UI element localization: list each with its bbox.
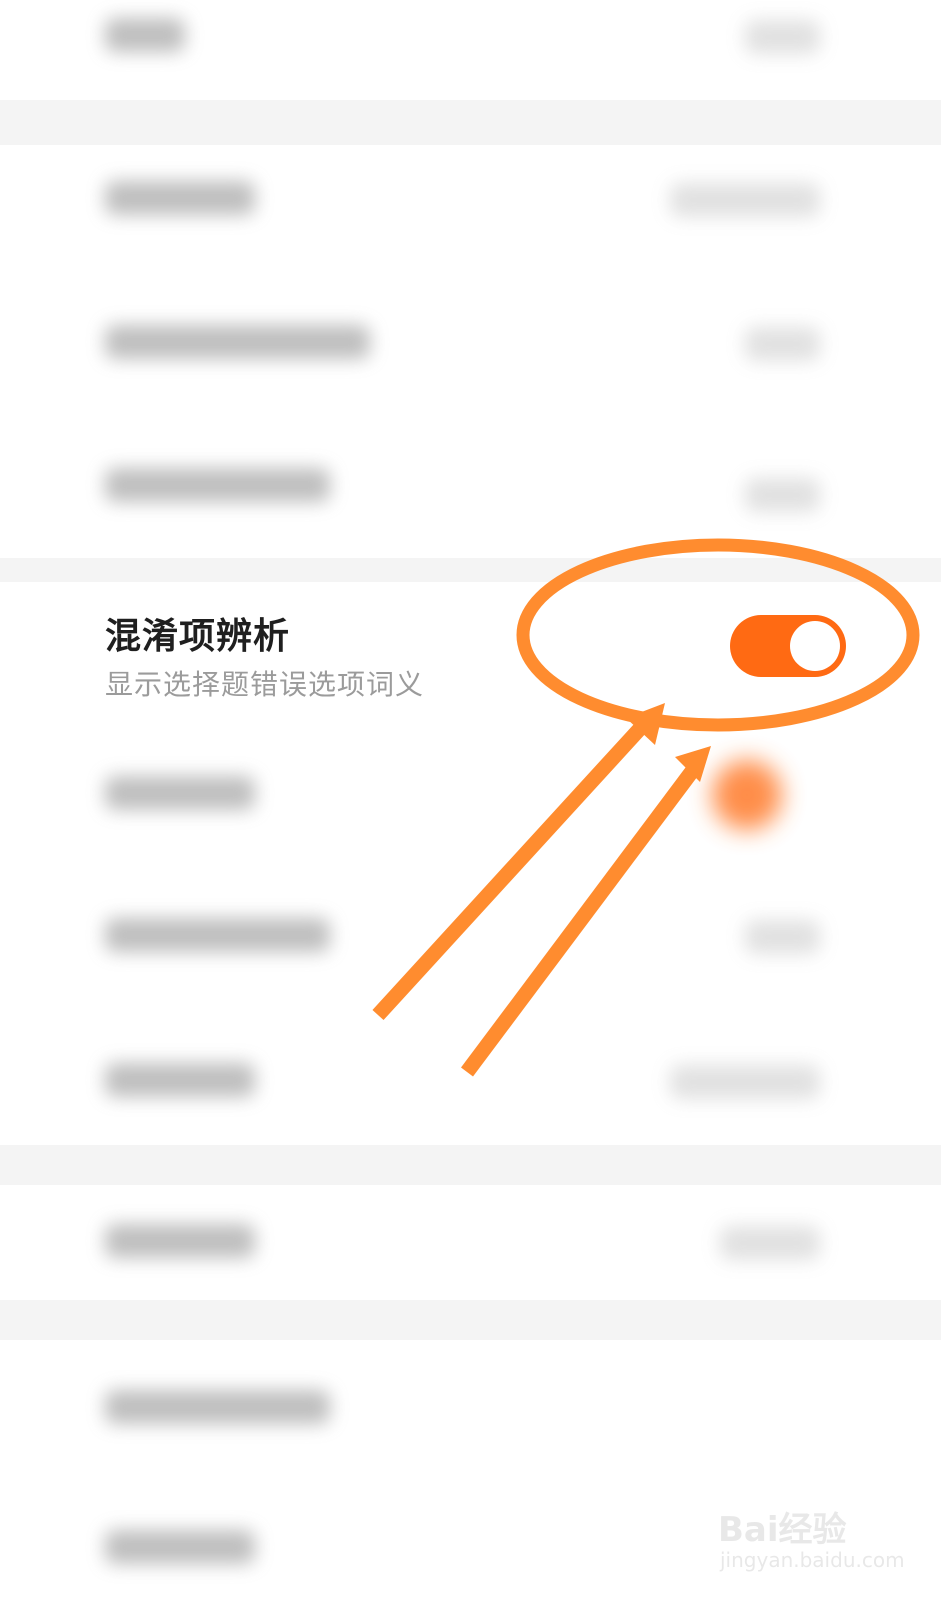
- section-divider: [0, 1145, 941, 1185]
- blurred-setting-row[interactable]: [0, 0, 941, 100]
- blurred-setting-row[interactable]: [0, 430, 941, 540]
- section-divider: [0, 1300, 941, 1340]
- watermark-brand: Bai经验: [718, 1510, 847, 1550]
- section-divider: [0, 100, 941, 145]
- section-divider: [0, 558, 941, 582]
- blurred-setting-row[interactable]: [0, 740, 941, 850]
- confusion-analysis-toggle[interactable]: [730, 615, 846, 677]
- watermark-url: jingyan.baidu.com: [720, 1548, 905, 1572]
- blurred-setting-row[interactable]: [0, 1350, 941, 1460]
- blurred-setting-row[interactable]: [0, 145, 941, 255]
- settings-page: 混淆项辨析 显示选择题错误选项词义 Bai经验 jingyan.baidu.co…: [0, 0, 941, 1600]
- blurred-setting-row[interactable]: [0, 880, 941, 990]
- blurred-setting-row[interactable]: [0, 1025, 941, 1135]
- baidu-jingyan-watermark: Bai经验 jingyan.baidu.com: [718, 1502, 905, 1582]
- toggle-knob: [790, 621, 840, 671]
- setting-subtitle: 显示选择题错误选项词义: [105, 668, 425, 701]
- confusion-analysis-row[interactable]: 混淆项辨析 显示选择题错误选项词义: [0, 585, 941, 715]
- blurred-setting-row[interactable]: [0, 285, 941, 395]
- setting-title: 混淆项辨析: [105, 616, 291, 657]
- blurred-setting-row[interactable]: [0, 1190, 941, 1295]
